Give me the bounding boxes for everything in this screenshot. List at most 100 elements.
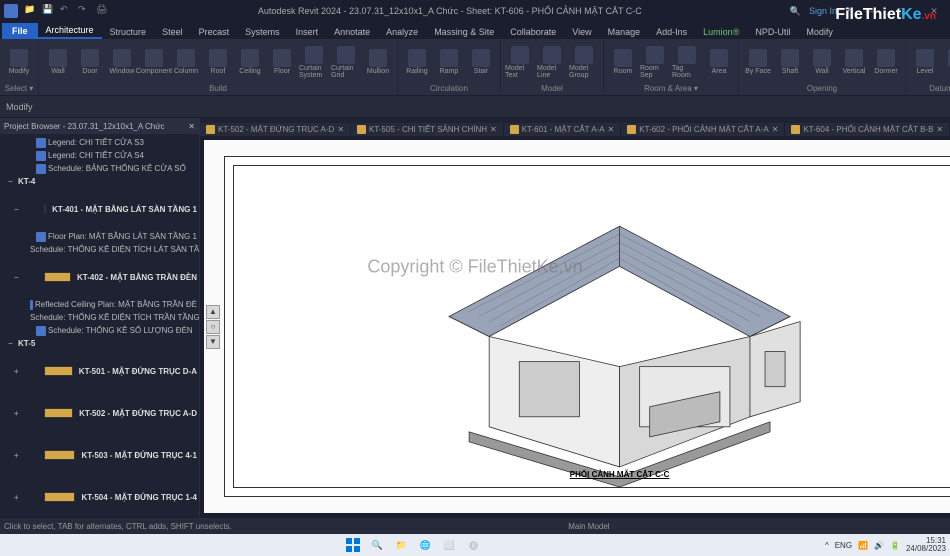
tray-lang[interactable]: ENG bbox=[835, 541, 852, 550]
ribbon-button-ramp[interactable]: Ramp bbox=[434, 43, 464, 81]
ribbon-button-shaft[interactable]: Shaft bbox=[775, 43, 805, 81]
ribbon-button-dormer[interactable]: Dormer bbox=[871, 43, 901, 81]
tray-battery-icon[interactable]: 🔋 bbox=[890, 541, 900, 550]
ribbon-button-ceiling[interactable]: Ceiling bbox=[235, 43, 265, 81]
tab-addins[interactable]: Add-Ins bbox=[648, 25, 695, 39]
tab-insert[interactable]: Insert bbox=[288, 25, 327, 39]
tab-analyze[interactable]: Analyze bbox=[378, 25, 426, 39]
qat-open-icon[interactable]: 📁 bbox=[24, 4, 38, 18]
revit-taskbar-icon[interactable]: 🅡 bbox=[462, 536, 484, 554]
qat-redo-icon[interactable]: ↷ bbox=[78, 4, 92, 18]
tree-node[interactable]: Schedule: THỐNG KÊ SỐ LƯỢNG ĐÈN bbox=[0, 324, 199, 337]
tab-file[interactable]: File bbox=[2, 23, 38, 39]
tab-modify[interactable]: Modify bbox=[798, 25, 841, 39]
ribbon-button-roof[interactable]: Roof bbox=[203, 43, 233, 81]
ribbon-button-room-sep[interactable]: Room Sep bbox=[640, 43, 670, 81]
drawing-viewport[interactable]: PHỐI CẢNH MẶT CẮT C-C bbox=[234, 166, 950, 487]
qat-undo-icon[interactable]: ↶ bbox=[60, 4, 74, 18]
tree-node[interactable]: Schedule: THỐNG KÊ DIỆN TÍCH LÁT SÀN TẦ bbox=[0, 243, 199, 256]
ribbon-button-window[interactable]: Window bbox=[107, 43, 137, 81]
ribbon-button-model-text[interactable]: Model Text bbox=[505, 43, 535, 81]
document-tab[interactable]: KT-505 - CHI TIẾT SẢNH CHÍNH ✕ bbox=[351, 123, 504, 136]
ribbon-button-grid[interactable]: Grid bbox=[942, 43, 950, 81]
tree-node[interactable]: +KT-503 - MẶT ĐỨNG TRỤC 4-1 bbox=[0, 434, 199, 476]
qat-save-icon[interactable]: 💾 bbox=[42, 4, 56, 18]
document-tab[interactable]: KT-602 - PHỐI CẢNH MẶT CẮT A-A ✕ bbox=[621, 123, 785, 136]
tree-node[interactable]: +KT-502 - MẶT ĐỨNG TRỤC A-D bbox=[0, 392, 199, 434]
search-icon[interactable]: 🔍 bbox=[366, 536, 388, 554]
ribbon-button-mullion[interactable]: Mullion bbox=[363, 43, 393, 81]
close-icon[interactable]: ✕ bbox=[772, 125, 779, 134]
tab-collaborate[interactable]: Collaborate bbox=[502, 25, 564, 39]
nav-up-icon[interactable]: ▲ bbox=[206, 305, 220, 319]
tree-node[interactable]: Reflected Ceiling Plan: MẶT BẰNG TRẦN ĐÈ bbox=[0, 298, 199, 311]
ribbon-button-model-group[interactable]: Model Group bbox=[569, 43, 599, 81]
close-icon[interactable]: ✕ bbox=[188, 122, 195, 131]
ribbon-button-wall[interactable]: Wall bbox=[807, 43, 837, 81]
project-browser-tree[interactable]: Legend: CHI TIẾT CỬA S3Legend: CHI TIẾT … bbox=[0, 134, 199, 517]
tab-structure[interactable]: Structure bbox=[102, 25, 155, 39]
tab-annotate[interactable]: Annotate bbox=[326, 25, 378, 39]
signin-link[interactable]: Sign In bbox=[809, 6, 837, 16]
ribbon-button-railing[interactable]: Railing bbox=[402, 43, 432, 81]
explorer-icon[interactable]: 📁 bbox=[390, 536, 412, 554]
app-icon[interactable]: ⬜ bbox=[438, 536, 460, 554]
tab-systems[interactable]: Systems bbox=[237, 25, 288, 39]
tree-node[interactable]: Schedule: THỐNG KÊ DIỆN TÍCH TRẦN TẦNG bbox=[0, 311, 199, 324]
tab-massing[interactable]: Massing & Site bbox=[426, 25, 502, 39]
tray-wifi-icon[interactable]: 📶 bbox=[858, 541, 868, 550]
ribbon-button-column[interactable]: Column bbox=[171, 43, 201, 81]
tree-node[interactable]: Schedule: BẢNG THỐNG KÊ CỬA SỔ bbox=[0, 162, 199, 175]
ribbon-button-modify[interactable]: Modify bbox=[4, 43, 34, 81]
tab-architecture[interactable]: Architecture bbox=[38, 23, 102, 39]
tree-node[interactable]: +KT-504 - MẶT ĐỨNG TRỤC 1-4 bbox=[0, 476, 199, 517]
ribbon-button-tag-room[interactable]: Tag Room bbox=[672, 43, 702, 81]
close-icon[interactable]: ✕ bbox=[337, 125, 344, 134]
viewport[interactable]: ▲ ○ ▼ bbox=[204, 140, 950, 513]
document-tab[interactable]: KT-604 - PHỐI CẢNH MẶT CẮT B-B ✕ bbox=[785, 123, 950, 136]
ribbon-button-by-face[interactable]: By Face bbox=[743, 43, 773, 81]
ribbon-button-vertical[interactable]: Vertical bbox=[839, 43, 869, 81]
tab-npdutil[interactable]: NPD-Util bbox=[747, 25, 798, 39]
minimize-button[interactable]: — bbox=[858, 2, 882, 20]
ribbon-button-curtain-system[interactable]: Curtain System bbox=[299, 43, 329, 81]
tree-node[interactable]: −KT-402 - MẶT BẰNG TRẦN ĐÈN bbox=[0, 256, 199, 298]
tree-node[interactable]: Floor Plan: MẶT BẰNG LÁT SÀN TẦNG 1 bbox=[0, 230, 199, 243]
tree-node[interactable]: −KT-4 bbox=[0, 175, 199, 188]
close-icon[interactable]: ✕ bbox=[490, 125, 497, 134]
edge-icon[interactable]: 🌐 bbox=[414, 536, 436, 554]
tab-view[interactable]: View bbox=[564, 25, 599, 39]
document-tab[interactable]: KT-601 - MẶT CẮT A-A ✕ bbox=[504, 123, 622, 136]
tray-volume-icon[interactable]: 🔊 bbox=[874, 541, 884, 550]
ribbon-button-curtain-grid[interactable]: Curtain Grid bbox=[331, 43, 361, 81]
tree-node[interactable]: Legend: CHI TIẾT CỬA S4 bbox=[0, 149, 199, 162]
close-icon[interactable]: ✕ bbox=[608, 125, 615, 134]
tab-lumion[interactable]: Lumion® bbox=[695, 25, 747, 39]
maximize-button[interactable]: □ bbox=[890, 2, 914, 20]
ribbon-button-stair[interactable]: Stair bbox=[466, 43, 496, 81]
ribbon-button-door[interactable]: Door bbox=[75, 43, 105, 81]
nav-circle-icon[interactable]: ○ bbox=[206, 320, 220, 334]
tree-node[interactable]: −KT-401 - MẶT BẰNG LÁT SÀN TẦNG 1 bbox=[0, 188, 199, 230]
ribbon-button-area[interactable]: Area bbox=[704, 43, 734, 81]
taskbar-clock[interactable]: 15:31 24/08/2023 bbox=[906, 537, 946, 553]
ribbon-button-floor[interactable]: Floor bbox=[267, 43, 297, 81]
document-tab[interactable]: KT-502 - MẶT ĐỨNG TRỤC A-D ✕ bbox=[200, 123, 351, 136]
tray-chevron-icon[interactable]: ^ bbox=[825, 541, 829, 550]
start-icon[interactable] bbox=[342, 536, 364, 554]
tab-manage[interactable]: Manage bbox=[600, 25, 649, 39]
tab-steel[interactable]: Steel bbox=[154, 25, 191, 39]
tree-node[interactable]: Legend: CHI TIẾT CỬA S3 bbox=[0, 136, 199, 149]
ribbon-button-model-line[interactable]: Model Line bbox=[537, 43, 567, 81]
close-button[interactable]: ✕ bbox=[922, 2, 946, 20]
search-icon[interactable]: 🔍 bbox=[790, 6, 801, 17]
ribbon-button-room[interactable]: Room bbox=[608, 43, 638, 81]
help-icon[interactable]: ? bbox=[845, 6, 850, 16]
tab-precast[interactable]: Precast bbox=[191, 25, 238, 39]
close-icon[interactable]: ✕ bbox=[936, 125, 943, 134]
nav-down-icon[interactable]: ▼ bbox=[206, 335, 220, 349]
tree-node[interactable]: −KT-5 bbox=[0, 337, 199, 350]
ribbon-button-wall[interactable]: Wall bbox=[43, 43, 73, 81]
ribbon-button-component[interactable]: Component bbox=[139, 43, 169, 81]
ribbon-button-level[interactable]: Level bbox=[910, 43, 940, 81]
